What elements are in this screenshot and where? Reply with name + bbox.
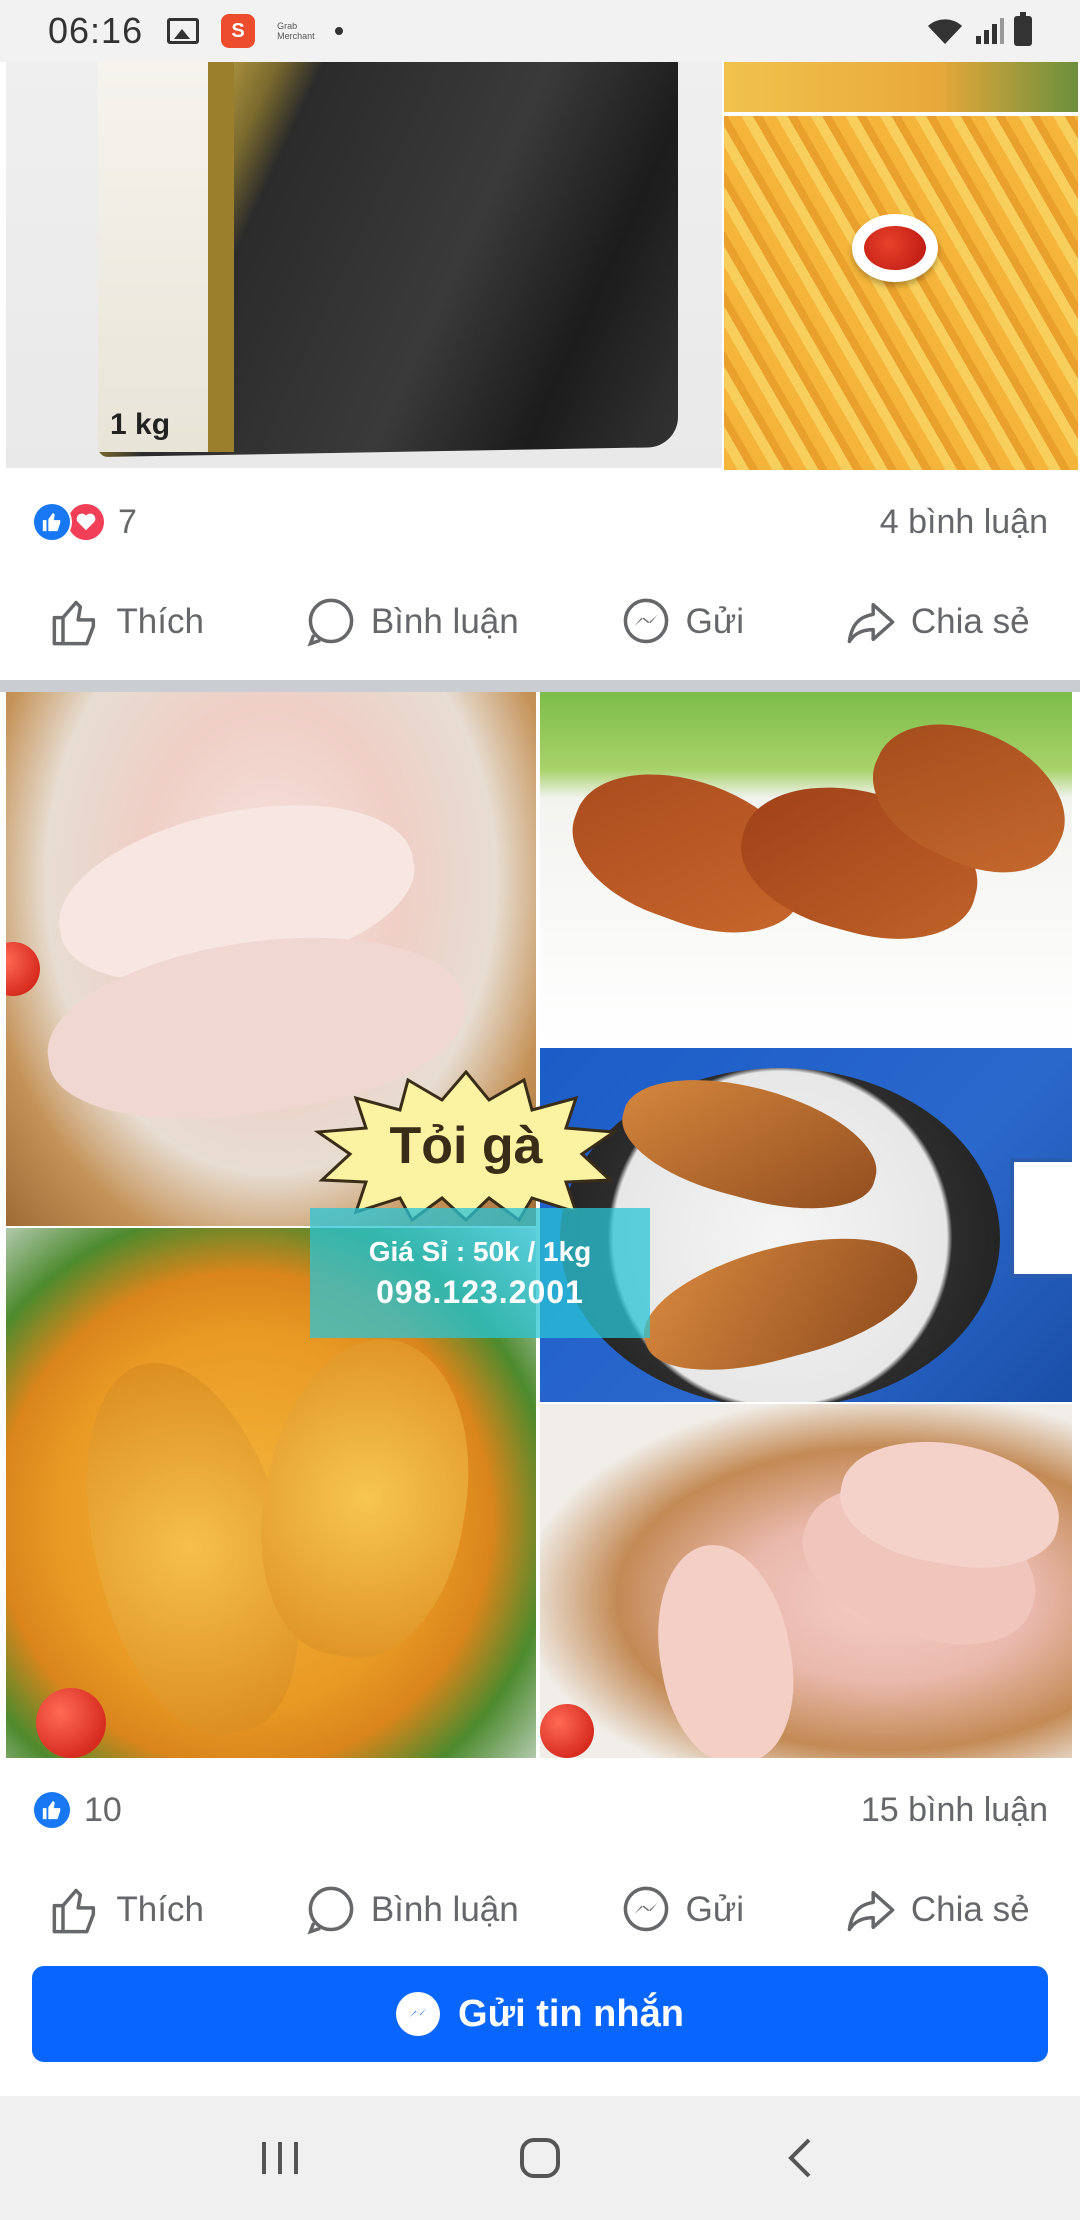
send-button[interactable]: Gửi xyxy=(620,1884,744,1936)
post1-action-bar: Thích Bình luận Gửi Chia sẻ xyxy=(0,582,1080,662)
wifi-icon xyxy=(926,16,964,46)
grab-merchant-icon: Grab Merchant xyxy=(277,21,315,41)
share-button[interactable]: Chia sẻ xyxy=(845,596,1030,648)
product-title-badge: Tỏi gà xyxy=(313,1069,619,1223)
fries-with-ketchup-image[interactable] xyxy=(724,116,1078,470)
recent-apps-icon[interactable] xyxy=(240,2118,320,2198)
send-message-button[interactable]: Gửi tin nhắn xyxy=(32,1966,1048,2062)
status-bar: 06:16 S Grab Merchant xyxy=(0,0,1080,62)
post2-reactions[interactable]: 10 15 bình luận xyxy=(32,1780,1048,1840)
comment-button[interactable]: Bình luận xyxy=(305,1884,519,1936)
thumbs-up-icon xyxy=(50,596,102,648)
status-time: 06:16 xyxy=(48,10,144,51)
comment-button[interactable]: Bình luận xyxy=(305,596,519,648)
send-message-label: Gửi tin nhắn xyxy=(458,1992,684,2035)
send-label: Gửi xyxy=(685,1890,745,1929)
reaction-count: 10 xyxy=(84,1790,122,1829)
like-label: Thích xyxy=(116,602,204,641)
share-label: Chia sẻ xyxy=(910,602,1030,641)
like-button[interactable]: Thích xyxy=(50,596,204,648)
send-label: Gửi xyxy=(685,602,745,641)
like-label: Thích xyxy=(116,1890,204,1929)
raw-drumsticks-tray-image[interactable] xyxy=(540,1404,1072,1758)
comment-label: Bình luận xyxy=(370,602,519,641)
messenger-icon xyxy=(620,596,672,648)
notification-icons: S Grab Merchant xyxy=(167,14,344,48)
comment-label: Bình luận xyxy=(370,1890,519,1929)
battery-icon xyxy=(1014,12,1032,46)
price-band: Giá Sỉ : 50k / 1kg 098.123.2001 xyxy=(310,1208,650,1338)
reaction-count: 7 xyxy=(118,502,137,541)
bag-weight-label: 1 kg xyxy=(110,408,171,441)
thumbs-up-icon xyxy=(50,1884,102,1936)
comment-bubble-icon xyxy=(305,596,357,648)
messenger-icon xyxy=(396,1992,441,2036)
back-icon[interactable] xyxy=(760,2118,840,2198)
comment-count[interactable]: 15 bình luận xyxy=(861,1791,1048,1830)
like-reaction-icon xyxy=(32,1790,72,1830)
dot-icon xyxy=(335,27,344,35)
system-nav-bar xyxy=(0,2096,1080,2220)
home-icon[interactable] xyxy=(500,2118,580,2198)
share-label: Chia sẻ xyxy=(910,1890,1030,1929)
system-icons xyxy=(926,12,1032,46)
fries-plate-top-image[interactable] xyxy=(724,62,1078,112)
send-button[interactable]: Gửi xyxy=(620,596,744,648)
like-reaction-icon xyxy=(32,502,72,542)
gallery-icon xyxy=(167,18,200,44)
comment-bubble-icon xyxy=(305,1884,357,1936)
love-reaction-icon xyxy=(66,502,106,542)
like-button[interactable]: Thích xyxy=(50,1884,204,1936)
share-button[interactable]: Chia sẻ xyxy=(845,1884,1030,1936)
frozen-fries-bag-image[interactable]: 1 kg xyxy=(6,62,722,468)
shopee-icon: S xyxy=(221,14,256,48)
comment-count[interactable]: 4 bình luận xyxy=(880,503,1048,542)
product-title: Tỏi gà xyxy=(389,1117,543,1175)
post1-reactions[interactable]: 7 4 bình luận xyxy=(32,492,1048,552)
post2-action-bar: Thích Bình luận Gửi Chia sẻ xyxy=(0,1870,1080,1950)
share-arrow-icon xyxy=(845,596,897,648)
ketchup-bowl xyxy=(852,214,938,282)
messenger-icon xyxy=(620,1884,672,1936)
spicy-wings-plate-image[interactable] xyxy=(540,692,1072,1046)
wholesale-price: Giá Sỉ : 50k / 1kg xyxy=(368,1235,592,1267)
share-arrow-icon xyxy=(845,1884,897,1936)
phone-number: 098.123.2001 xyxy=(376,1273,584,1310)
post-divider xyxy=(0,680,1080,692)
signal-icon xyxy=(974,16,1004,46)
